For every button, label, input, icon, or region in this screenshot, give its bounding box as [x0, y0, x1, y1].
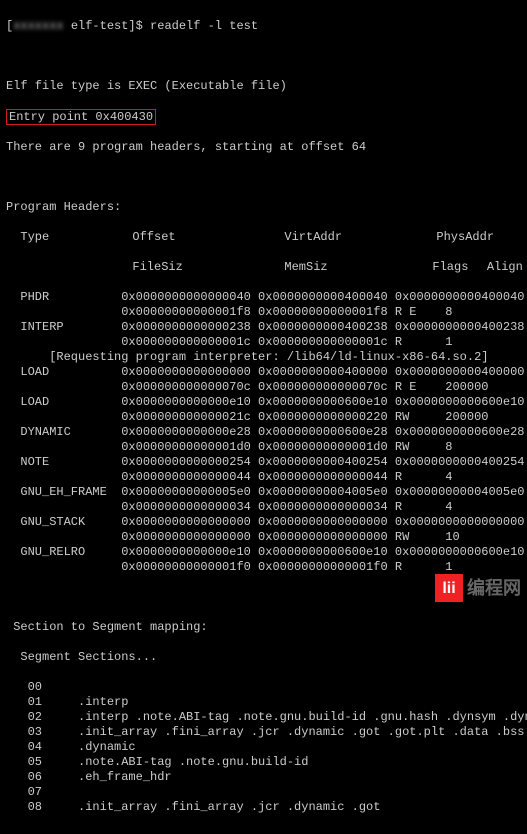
segment-rows: 00 01 .interp 02 .interp .note.ABI-tag .…: [6, 680, 521, 815]
ph-row-b: 0x0000000000000034 0x0000000000000034 R …: [6, 500, 521, 515]
ph-row-b: 0x000000000000001c 0x000000000000001c R …: [6, 335, 521, 350]
segment-row: 08 .init_array .fini_array .jcr .dynamic…: [6, 800, 521, 815]
ph-row-b: 0x00000000000001d0 0x00000000000001d0 RW…: [6, 440, 521, 455]
ph-row-a: PHDR 0x0000000000000040 0x00000000004000…: [6, 290, 521, 305]
program-header-rows: PHDR 0x0000000000000040 0x00000000004000…: [6, 290, 521, 575]
prompt-path: elf-test]$: [64, 19, 150, 33]
entry-point-row: Entry point 0x400430: [6, 109, 521, 125]
ph-col-row-b: FileSizMemSizFlags Align: [6, 260, 521, 275]
prompt-line: [xxxxxxx elf-test]$ readelf -l test: [6, 19, 521, 34]
ph-row-b: 0x000000000000070c 0x000000000000070c R …: [6, 380, 521, 395]
watermark-logo: lii: [435, 574, 463, 602]
elf-file-type: Elf file type is EXEC (Executable file): [6, 79, 521, 94]
ph-row-a: GNU_STACK 0x0000000000000000 0x000000000…: [6, 515, 521, 530]
segment-row: 02 .interp .note.ABI-tag .note.gnu.build…: [6, 710, 521, 725]
segment-row: 00: [6, 680, 521, 695]
terminal-output: [xxxxxxx elf-test]$ readelf -l test Elf …: [0, 0, 527, 834]
col-filesz: FileSiz: [132, 260, 284, 275]
watermark-text: 编程网: [467, 581, 521, 596]
segment-row: 03 .init_array .fini_array .jcr .dynamic…: [6, 725, 521, 740]
col-virt: VirtAddr: [284, 230, 436, 245]
col-align: Align: [487, 260, 523, 274]
col-offset: Offset: [132, 230, 284, 245]
ph-row-b: 0x00000000000001f8 0x00000000000001f8 R …: [6, 305, 521, 320]
col-phys: PhysAddr: [436, 230, 494, 244]
ph-interpreter-note: [Requesting program interpreter: /lib64/…: [6, 350, 521, 365]
col-flags: Flags: [432, 260, 472, 275]
segmap-title: Section to Segment mapping:: [6, 620, 521, 635]
ph-row-a: LOAD 0x0000000000000e10 0x0000000000600e…: [6, 395, 521, 410]
ph-row-b: 0x0000000000000000 0x0000000000000000 RW…: [6, 530, 521, 545]
segment-row: 05 .note.ABI-tag .note.gnu.build-id: [6, 755, 521, 770]
segment-row: 06 .eh_frame_hdr: [6, 770, 521, 785]
blank-line: [6, 170, 521, 185]
entry-point-highlight: Entry point 0x400430: [6, 109, 156, 125]
program-headers-title: Program Headers:: [6, 200, 521, 215]
ph-col-row-a: TypeOffsetVirtAddrPhysAddr: [6, 230, 521, 245]
ph-row-b: 0x000000000000021c 0x0000000000000220 RW…: [6, 410, 521, 425]
ph-row-a: NOTE 0x0000000000000254 0x00000000004002…: [6, 455, 521, 470]
segment-row: 01 .interp: [6, 695, 521, 710]
ph-row-b: 0x0000000000000044 0x0000000000000044 R …: [6, 470, 521, 485]
ph-row-a: GNU_RELRO 0x0000000000000e10 0x000000000…: [6, 545, 521, 560]
ph-row-a: LOAD 0x0000000000000000 0x00000000004000…: [6, 365, 521, 380]
watermark: lii 编程网: [435, 574, 521, 602]
blank-line: [6, 49, 521, 64]
ph-row-a: DYNAMIC 0x0000000000000e28 0x00000000006…: [6, 425, 521, 440]
prompt-cmd: readelf -l test: [150, 19, 258, 33]
prompt-userhost-blur: xxxxxxx: [13, 19, 63, 33]
segment-row: 07: [6, 785, 521, 800]
ph-row-a: INTERP 0x0000000000000238 0x000000000040…: [6, 320, 521, 335]
ph-row-b: 0x00000000000001f0 0x00000000000001f0 R …: [6, 560, 521, 575]
segment-row: 04 .dynamic: [6, 740, 521, 755]
col-memsz: MemSiz: [284, 260, 432, 275]
ph-row-a: GNU_EH_FRAME 0x00000000000005e0 0x000000…: [6, 485, 521, 500]
segmap-sub: Segment Sections...: [6, 650, 521, 665]
col-type: Type: [20, 230, 132, 245]
num-headers: There are 9 program headers, starting at…: [6, 140, 521, 155]
